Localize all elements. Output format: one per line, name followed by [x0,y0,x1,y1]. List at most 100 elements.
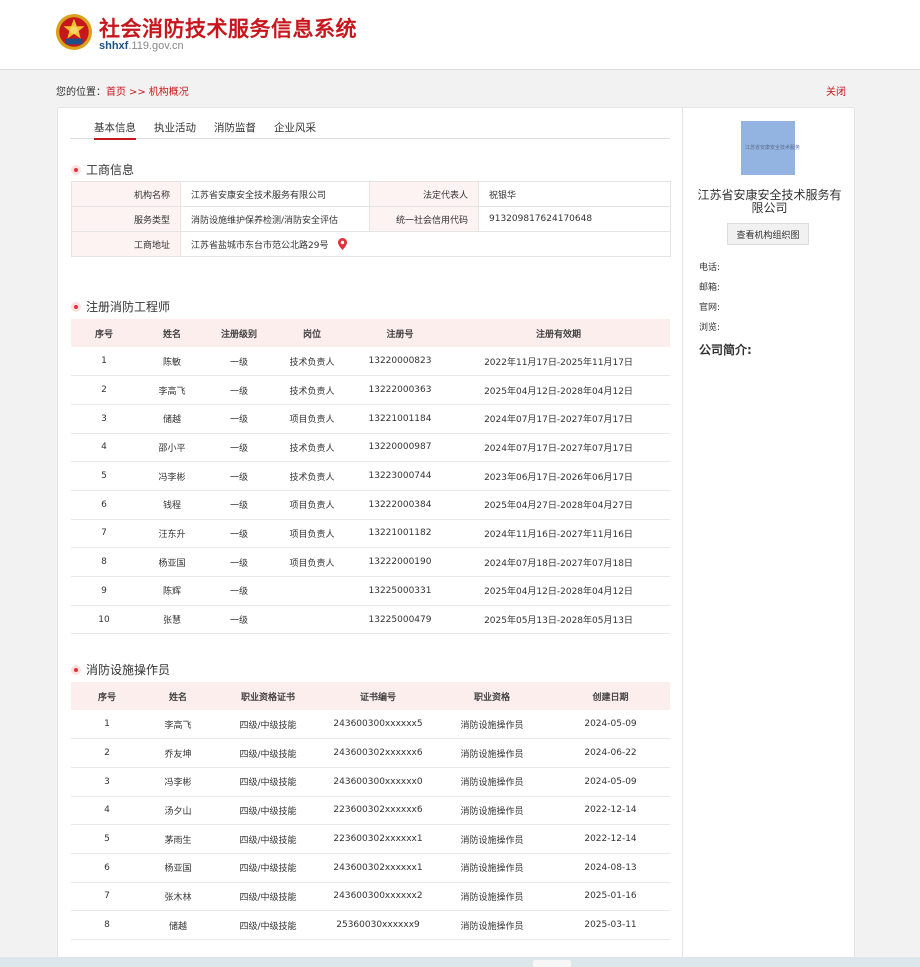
table-cell: 10 [71,605,137,635]
table-cell: 冯李彬 [143,767,213,797]
table-cell: 项目负责人 [271,547,353,577]
table-cell: 张木林 [143,882,213,912]
table-cell: 4 [71,796,143,826]
column-header: 证书编号 [323,682,433,710]
table-cell: 一级 [207,547,271,577]
table-cell: 13220000987 [353,433,447,463]
operators-table: 序号 姓名 职业资格证书 证书编号 职业资格 创建日期 1 李高飞 四级/中级技能 243600… [71,682,670,940]
site-domain: shhxf.119.gov.cn [99,40,184,52]
table-cell: 一级 [207,375,271,405]
table-cell: 储越 [143,910,213,940]
table-cell: 乔友坤 [143,738,213,768]
address-label: 工商地址 [71,231,181,257]
table-cell: 13225000479 [353,605,447,635]
table-cell: 冯李彬 [137,461,207,491]
tab-practice-activities[interactable]: 执业活动 [154,120,196,135]
table-cell: 一级 [207,347,271,377]
table-cell: 技术负责人 [271,433,353,463]
table-cell: 消防设施操作员 [433,824,551,854]
table-row: 4 汤夕山 四级/中级技能 223600302xxxxxx6 消防设施操作员 2022-1… [71,796,670,826]
table-cell: 四级/中级技能 [213,824,323,854]
breadcrumb: 您的位置：首页 >> 机构概况 [56,83,189,98]
table-cell: 项目负责人 [271,404,353,434]
table-cell: 5 [71,824,143,854]
tab-company-showcase[interactable]: 企业风采 [274,120,316,135]
view-org-chart-button[interactable]: 查看机构组织图 [727,223,809,245]
legal-rep-value: 祝银华 [478,181,671,207]
breadcrumb-prefix: 您的位置： [56,87,106,98]
table-cell: 2025-01-16 [551,882,670,912]
table-cell: 223600302xxxxxx1 [323,824,433,854]
close-link[interactable]: 关闭 [826,83,846,98]
table-cell: 13223000744 [353,461,447,491]
table-row: 2 李高飞 一级 技术负责人 13222000363 2025年04月12日-2028年0… [71,375,670,405]
table-cell: 邵小平 [137,433,207,463]
map-pin-icon[interactable] [338,237,348,250]
views-label: 浏览: [699,323,721,333]
column-header: 职业资格证书 [213,682,323,710]
table-cell: 13220000823 [353,347,447,377]
table-row: 3 储越 一级 项目负责人 13221001184 2024年07月17日-2027年07… [71,404,670,434]
table-cell [271,576,353,606]
table-cell: 李高飞 [137,375,207,405]
table-cell: 13222000363 [353,375,447,405]
table-cell: 四级/中级技能 [213,767,323,797]
table-cell: 8 [71,547,137,577]
table-cell: 技术负责人 [271,375,353,405]
table-cell: 消防设施操作员 [433,853,551,883]
service-type-label: 服务类型 [71,206,181,232]
address-value: 江苏省盐城市东台市范公北路29号 [191,240,329,251]
company-intro-label: 公司简介: [699,343,752,357]
table-cell: 1 [71,710,143,740]
table-cell: 茅雨生 [143,824,213,854]
table-cell: 7 [71,882,143,912]
table-row: 8 储越 四级/中级技能 25360030xxxxxx9 消防设施操作员 2025-03-… [71,910,670,940]
table-row: 3 冯李彬 四级/中级技能 243600300xxxxxx0 消防设施操作员 2024-0… [71,767,670,797]
breadcrumb-current-link[interactable]: 机构概况 [149,87,189,98]
table-cell: 消防设施操作员 [433,767,551,797]
table-cell: 13221001182 [353,519,447,549]
sidebar-org-name: 江苏省安康安全技术服务有限公司 [697,188,842,215]
column-header: 注册级别 [207,319,271,347]
table-cell: 2024-06-22 [551,738,670,768]
table-cell: 13225000331 [353,576,447,606]
table-cell: 一级 [207,490,271,520]
table-cell: 4 [71,433,137,463]
tab-fire-supervision[interactable]: 消防监督 [214,120,256,135]
site-title: 社会消防技术服务信息系统 [99,17,357,41]
table-cell: 一级 [207,404,271,434]
table-cell: 2025年04月27日-2028年04月27日 [447,490,670,520]
breadcrumb-home-link[interactable]: 首页 [106,87,126,98]
table-row: 1 李高飞 四级/中级技能 243600300xxxxxx5 消防设施操作员 2024-0… [71,710,670,740]
table-cell: 四级/中级技能 [213,853,323,883]
table-cell: 李高飞 [143,710,213,740]
table-cell: 消防设施操作员 [433,710,551,740]
breadcrumb-separator: >> [129,87,146,98]
table-cell: 13222000384 [353,490,447,520]
table-cell: 项目负责人 [271,519,353,549]
table-cell: 四级/中级技能 [213,738,323,768]
table-header-row: 序号 姓名 职业资格证书 证书编号 职业资格 创建日期 [71,682,670,710]
table-cell: 四级/中级技能 [213,910,323,940]
credit-code-value: 913209817624170648 [478,206,671,232]
org-logo-text: 江苏省安康安全技术服务 [745,145,801,151]
table-cell: 2022-12-14 [551,796,670,826]
table-cell: 杨亚国 [137,547,207,577]
table-cell: 6 [71,853,143,883]
table-cell: 汤夕山 [143,796,213,826]
table-row: 5 茅雨生 四级/中级技能 223600302xxxxxx1 消防设施操作员 2022-1… [71,824,670,854]
table-row: 10 张慧 一级 13225000479 2025年05月13日-2028年05月13日 [71,605,670,635]
table-cell: 钱程 [137,490,207,520]
table-row: 8 杨亚国 一级 项目负责人 13222000190 2024年07月18日-2027年0… [71,547,670,577]
tab-basic-info[interactable]: 基本信息 [94,120,136,140]
org-sidebar: 江苏省安康安全技术服务 江苏省安康安全技术服务有限公司 查看机构组织图 电话: … [683,107,855,967]
table-cell: 243600300xxxxxx2 [323,882,433,912]
section-bullet-icon [71,302,81,312]
phone-label: 电话: [699,263,721,273]
table-cell [271,605,353,635]
tab-bar: 基本信息 执业活动 消防监督 企业风采 [70,120,670,140]
table-cell: 2 [71,375,137,405]
column-header: 序号 [71,682,143,710]
operators-section-label: 消防设施操作员 [86,663,171,677]
table-cell: 2023年06月17日-2026年06月17日 [447,461,670,491]
